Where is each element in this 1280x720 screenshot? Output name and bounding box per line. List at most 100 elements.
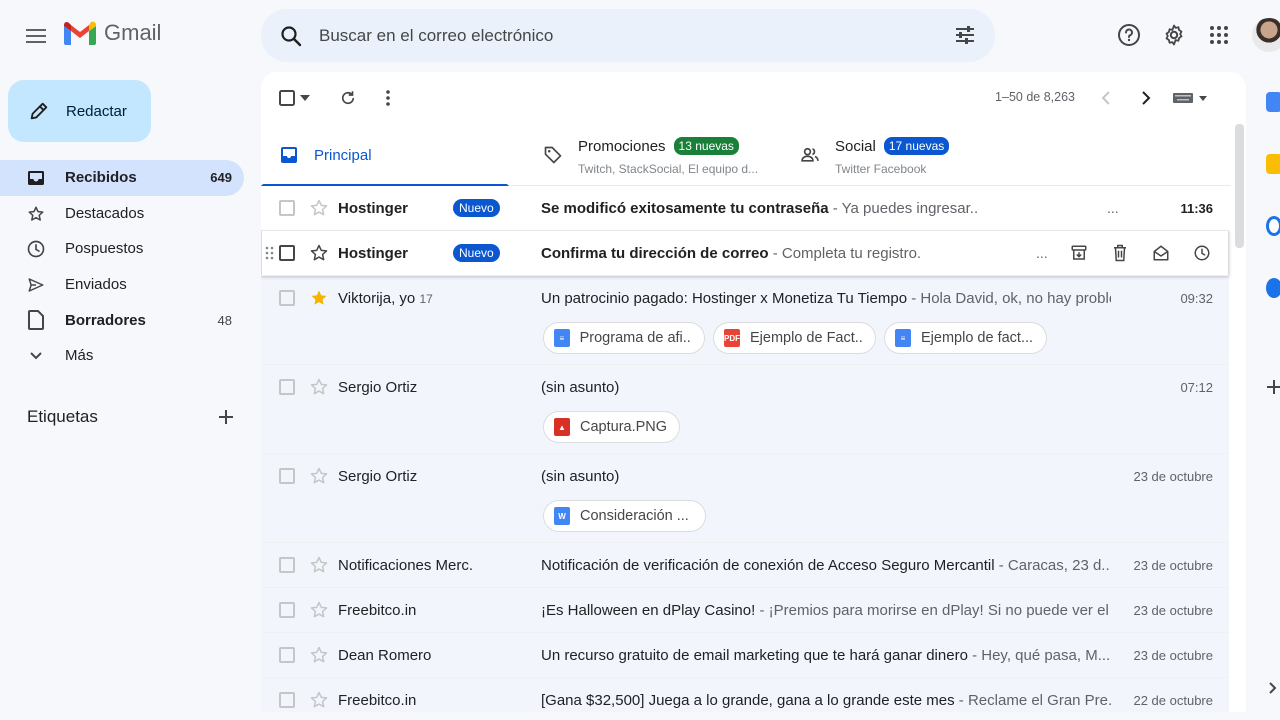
email-summary: (sin asunto) [541, 468, 1111, 485]
attachment-chip[interactable]: ≡ Programa de afi... [543, 322, 705, 354]
tab-social[interactable]: Social 17 nuevas Twitter Facebook [782, 124, 1038, 186]
star-icon[interactable] [309, 198, 329, 218]
draft-icon [26, 310, 46, 331]
clock-icon [1194, 245, 1210, 261]
gmail-logo[interactable]: Gmail [64, 20, 161, 46]
help-icon [1118, 24, 1140, 46]
email-subject: [Gana $32,500] Juega a lo grande, gana a… [541, 692, 955, 709]
delete-button[interactable] [1110, 243, 1130, 263]
star-icon[interactable] [309, 555, 329, 575]
account-avatar[interactable] [1252, 18, 1280, 52]
star-icon[interactable] [309, 690, 329, 710]
snooze-button[interactable] [1192, 243, 1212, 263]
drag-handle-icon[interactable] [265, 246, 275, 260]
star-icon[interactable] [309, 466, 329, 486]
tab-senders: Twitch, StackSocial, El equipo d... [578, 162, 759, 176]
attachment-chip[interactable]: W Consideración ... [543, 500, 706, 532]
clock-icon [26, 239, 46, 259]
unread-count: 649 [210, 170, 232, 186]
attachment-name: Ejemplo de Fact... [750, 330, 863, 346]
email-row[interactable]: Hostinger Nuevo Confirma tu dirección de… [261, 231, 1229, 276]
select-dropdown[interactable] [297, 86, 313, 110]
calendar-app-icon[interactable] [1266, 92, 1280, 112]
email-summary: (sin asunto) [541, 379, 1111, 396]
add-app-icon[interactable] [1266, 379, 1280, 395]
email-row[interactable]: Freebitco.in ¡Es Halloween en dPlay Casi… [261, 588, 1229, 633]
row-checkbox[interactable] [279, 602, 295, 618]
compose-label: Redactar [66, 102, 127, 120]
gmail-m-icon [64, 21, 96, 45]
more-actions-button[interactable] [376, 86, 400, 110]
sidebar-item-more[interactable]: Más [0, 338, 244, 374]
hamburger-icon [26, 29, 46, 43]
star-icon[interactable] [309, 377, 329, 397]
attachment-chip[interactable]: ≡ Ejemplo de fact... [884, 322, 1047, 354]
row-checkbox[interactable] [279, 379, 295, 395]
email-row[interactable]: Notificaciones Merc. Notificación de ver… [261, 543, 1229, 588]
search-icon[interactable] [279, 24, 303, 48]
sidebar-item-label: Borradores [65, 311, 146, 329]
archive-button[interactable] [1069, 243, 1089, 263]
tab-principal[interactable]: Principal [261, 124, 517, 187]
refresh-button[interactable] [336, 86, 360, 110]
email-row[interactable]: Viktorija, yo 17 Un patrocinio pagado: H… [261, 276, 1229, 365]
contacts-app-icon[interactable] [1266, 278, 1280, 298]
sidebar-item-starred[interactable]: Destacados [0, 196, 244, 232]
select-all-checkbox[interactable] [275, 86, 299, 110]
compose-button[interactable]: Redactar [8, 80, 151, 142]
sidebar-item-snoozed[interactable]: Pospuestos [0, 231, 244, 267]
star-icon[interactable] [309, 645, 329, 665]
older-button[interactable] [1134, 86, 1158, 110]
add-label-icon[interactable] [215, 406, 237, 428]
row-checkbox[interactable] [279, 647, 295, 663]
row-checkbox[interactable] [279, 290, 295, 306]
tasks-app-icon[interactable] [1266, 216, 1280, 236]
input-tools-button[interactable] [1172, 86, 1208, 110]
new-badge: Nuevo [453, 199, 500, 217]
sidebar-item-label: Recibidos [65, 169, 137, 187]
sidebar-item-inbox[interactable]: Recibidos 649 [0, 160, 244, 196]
attachment-name: Consideración ... [580, 508, 689, 524]
chevron-down-icon [26, 346, 46, 366]
main-menu-button[interactable] [20, 20, 52, 52]
attachment-chips: ▲ Captura.PNG [543, 411, 688, 443]
email-row[interactable]: Sergio Ortiz (sin asunto) 23 de octubre … [261, 454, 1229, 543]
star-filled-icon[interactable] [309, 288, 329, 308]
row-checkbox[interactable] [279, 200, 295, 216]
sidebar-item-drafts[interactable]: Borradores 48 [0, 302, 244, 338]
attachment-chip[interactable]: PDF Ejemplo de Fact... [713, 322, 876, 354]
row-checkbox[interactable] [279, 468, 295, 484]
row-checkbox[interactable] [279, 557, 295, 573]
search-options-icon[interactable] [953, 23, 977, 47]
newer-button[interactable] [1094, 86, 1118, 110]
apps-button[interactable] [1206, 22, 1232, 48]
row-checkbox[interactable] [279, 245, 295, 261]
support-button[interactable] [1116, 22, 1142, 48]
attachment-name: Captura.PNG [580, 419, 668, 435]
email-summary: [Gana $32,500] Juega a lo grande, gana a… [541, 692, 1111, 709]
email-row[interactable]: Freebitco.in [Gana $32,500] Juega a lo g… [261, 678, 1229, 712]
email-row[interactable]: Hostinger Nuevo Se modificó exitosamente… [261, 186, 1229, 231]
chevron-right-icon[interactable] [1269, 682, 1277, 694]
labels-section: Etiquetas [27, 404, 237, 430]
email-row[interactable]: Sergio Ortiz (sin asunto) 07:12 ▲ Captura… [261, 365, 1229, 454]
email-subject: Un patrocinio pagado: Hostinger x Moneti… [541, 290, 908, 307]
tab-label: Social [835, 137, 876, 155]
sidebar-item-sent[interactable]: Enviados [0, 267, 244, 303]
list-scrollbar[interactable] [1235, 124, 1244, 248]
search-input[interactable] [319, 25, 919, 46]
mark-unread-button[interactable] [1151, 243, 1171, 263]
email-row[interactable]: Dean Romero Un recurso gratuito de email… [261, 633, 1229, 678]
email-date: 23 de octubre [1133, 603, 1213, 618]
email-summary: Se modificó exitosamente tu contraseña -… [541, 200, 1111, 217]
settings-button[interactable] [1161, 22, 1187, 48]
sidebar-item-label: Enviados [65, 276, 127, 294]
keep-app-icon[interactable] [1266, 154, 1280, 174]
tab-promociones[interactable]: Promociones 13 nuevas Twitch, StackSocia… [525, 124, 781, 186]
star-icon[interactable] [309, 600, 329, 620]
sidebar-nav: Recibidos 649 Destacados Pospuestos Envi… [0, 160, 256, 374]
row-checkbox[interactable] [279, 692, 295, 708]
attachment-chip[interactable]: ▲ Captura.PNG [543, 411, 681, 443]
star-icon[interactable] [309, 243, 329, 263]
envelope-open-icon [1153, 245, 1169, 261]
